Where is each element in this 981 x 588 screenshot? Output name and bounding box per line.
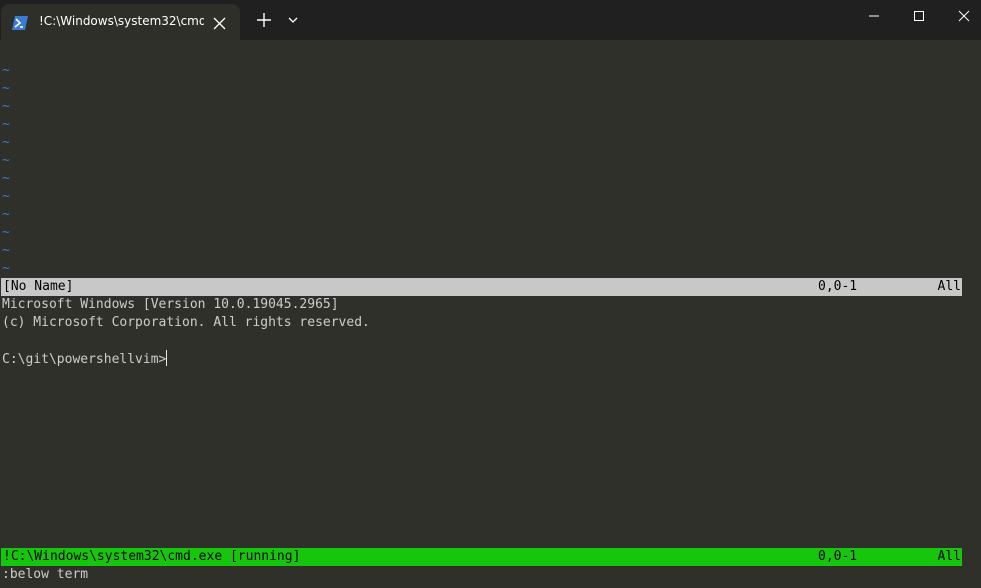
powershell-icon xyxy=(12,15,28,30)
plus-icon[interactable] xyxy=(254,10,274,30)
scroll-indicator: All xyxy=(937,549,961,564)
empty-line-marker: ~ xyxy=(2,63,10,78)
minimize-icon xyxy=(869,15,879,17)
close-icon xyxy=(958,10,970,22)
cursor-position: 0,0-1 xyxy=(818,549,858,564)
terminal-output-line: Microsoft Windows [Version 10.0.19045.29… xyxy=(2,297,339,312)
terminal-content[interactable]: ~ ~ ~ ~ ~ ~ ~ ~ ~ ~ ~ ~ [No Name] 0,0-1 … xyxy=(0,40,981,588)
command-prompt-line[interactable]: C:\git\powershellvim> xyxy=(2,350,168,368)
minimize-button[interactable] xyxy=(850,0,896,32)
empty-line-marker: ~ xyxy=(2,243,10,258)
maximize-button[interactable] xyxy=(895,0,941,32)
tab-title: !C:\Windows\system32\cmd.exe xyxy=(39,14,204,28)
empty-line-marker: ~ xyxy=(2,99,10,114)
buffer-name: !C:\Windows\system32\cmd.exe [running] xyxy=(3,549,301,564)
terminal-window: !C:\Windows\system32\cmd.exe xyxy=(0,0,981,588)
title-bar: !C:\Windows\system32\cmd.exe xyxy=(0,0,981,40)
scroll-indicator: All xyxy=(937,279,961,294)
empty-line-marker: ~ xyxy=(2,189,10,204)
command-prompt: C:\git\powershellvim> xyxy=(2,352,167,367)
empty-line-marker: ~ xyxy=(2,171,10,186)
maximize-icon xyxy=(914,11,924,21)
empty-line-marker: ~ xyxy=(2,207,10,222)
empty-line-marker: ~ xyxy=(2,117,10,132)
empty-line-marker: ~ xyxy=(2,135,10,150)
close-icon[interactable] xyxy=(213,15,226,30)
empty-line-marker: ~ xyxy=(2,261,10,276)
cursor-position: 0,0-1 xyxy=(818,279,858,294)
empty-line-marker: ~ xyxy=(2,81,10,96)
empty-line-marker: ~ xyxy=(2,153,10,168)
close-window-button[interactable] xyxy=(940,0,981,32)
empty-line-marker: ~ xyxy=(2,225,10,240)
chevron-down-icon[interactable] xyxy=(285,11,301,29)
terminal-output-line: (c) Microsoft Corporation. All rights re… xyxy=(2,315,370,330)
tab-cmd[interactable]: !C:\Windows\system32\cmd.exe xyxy=(1,4,240,40)
vim-status-line-inactive: [No Name] 0,0-1 All xyxy=(1,278,962,296)
vim-command-line[interactable]: :below term xyxy=(2,566,88,584)
buffer-name: [No Name] xyxy=(3,279,74,294)
text-cursor xyxy=(166,350,168,366)
vim-status-line-active: !C:\Windows\system32\cmd.exe [running] 0… xyxy=(1,548,962,566)
